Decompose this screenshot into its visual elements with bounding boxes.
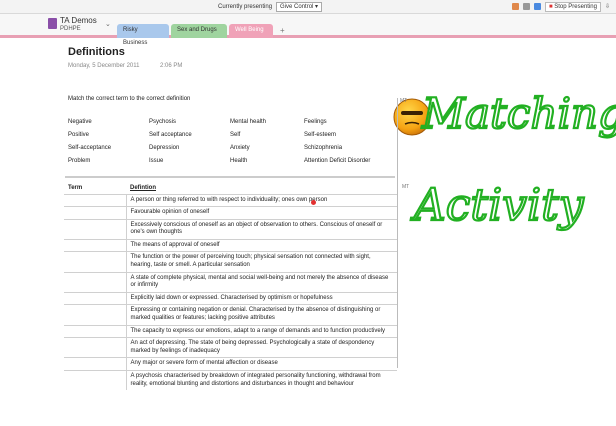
- definitions-table[interactable]: Term Defintion A person or thing referre…: [64, 182, 397, 391]
- presenting-controls: ■ Stop Presenting ⇩: [511, 1, 610, 12]
- table-row[interactable]: The capacity to express our emotions, ad…: [64, 324, 397, 338]
- table-row[interactable]: Explicitly laid down or expressed. Chara…: [64, 291, 397, 305]
- notebook-icon: [48, 18, 57, 29]
- stop-icon: ■: [548, 3, 553, 10]
- table-row[interactable]: An act of depressing. The state of being…: [64, 337, 397, 358]
- give-control-button[interactable]: Give Control ▾: [276, 1, 323, 12]
- table-row[interactable]: The function or the power of perceiving …: [64, 251, 397, 273]
- term-cell[interactable]: [64, 238, 126, 252]
- term-cell[interactable]: [64, 251, 126, 273]
- term-cell[interactable]: [64, 271, 126, 293]
- presenting-status: Currently presenting Give Control ▾: [218, 1, 323, 12]
- definition-cell[interactable]: The capacity to express our emotions, ad…: [125, 324, 397, 338]
- table-row[interactable]: Favourable opinion of oneself: [64, 206, 397, 220]
- term-cell[interactable]: [64, 357, 126, 371]
- term-item[interactable]: Self-esteem: [304, 130, 398, 140]
- add-tab-button[interactable]: +: [274, 24, 291, 38]
- term-cell[interactable]: [64, 206, 126, 220]
- currently-presenting-label: Currently presenting: [218, 3, 273, 10]
- term-cell[interactable]: [64, 324, 126, 338]
- definition-cell[interactable]: Excessively conscious of oneself as an o…: [125, 218, 397, 240]
- terms-list: Negative Psychosis Mental health Feelings Po…: [68, 117, 398, 166]
- term-item[interactable]: Feelings: [304, 117, 398, 127]
- term-item[interactable]: Schizophrenia: [304, 143, 398, 153]
- term-column-header: Term: [68, 184, 83, 191]
- term-item[interactable]: Mental health: [230, 117, 304, 127]
- term-cell[interactable]: [64, 218, 126, 240]
- definition-column-header: Defintion: [130, 184, 156, 191]
- term-cell[interactable]: [64, 193, 126, 207]
- term-cell[interactable]: [64, 337, 126, 358]
- definition-cell[interactable]: A psychosis characterised by breakdown o…: [125, 370, 397, 391]
- pin-icon[interactable]: ⇩: [605, 3, 610, 10]
- definition-cell[interactable]: Favourable opinion of oneself: [125, 206, 397, 220]
- section-group-name[interactable]: PDHPE: [60, 26, 81, 32]
- definition-cell[interactable]: Expressing or containing negation or den…: [125, 304, 397, 326]
- term-item[interactable]: Self: [230, 130, 304, 140]
- table-row[interactable]: A state of complete physical, mental and…: [64, 271, 397, 293]
- term-item[interactable]: Depression: [149, 143, 230, 153]
- definition-cell[interactable]: The means of approval of oneself: [125, 238, 397, 252]
- notebook-header: TA Demos PDHPE ⌄ Risky Business Sex and …: [0, 14, 616, 46]
- ink-word-matching: Matching: [421, 89, 616, 138]
- ink-word-activity: Activity: [410, 180, 585, 231]
- term-cell[interactable]: [64, 304, 126, 326]
- definition-cell[interactable]: An act of depressing. The state of being…: [125, 337, 397, 358]
- share-icon[interactable]: [511, 3, 519, 10]
- page-title[interactable]: Definitions: [68, 46, 125, 58]
- container-divider[interactable]: [65, 176, 395, 178]
- definition-cell[interactable]: Explicitly laid down or expressed. Chara…: [125, 291, 397, 305]
- table-row[interactable]: A person or thing referred to with respe…: [64, 193, 397, 207]
- term-item[interactable]: Attention Deficit Disorder: [304, 156, 398, 166]
- table-row[interactable]: Any major or severe form of mental affec…: [64, 357, 397, 371]
- term-item[interactable]: Self acceptance: [149, 130, 230, 140]
- chat-icon[interactable]: [522, 3, 530, 10]
- term-item[interactable]: Anxiety: [230, 143, 304, 153]
- definition-cell[interactable]: The function or the power of perceiving …: [125, 251, 397, 273]
- tab-risky-business[interactable]: Risky Business: [117, 24, 169, 46]
- definition-cell[interactable]: A person or thing referred to with respe…: [125, 193, 397, 207]
- laser-pointer: [311, 200, 316, 205]
- term-item[interactable]: Health: [230, 156, 304, 166]
- presenting-bar: Currently presenting Give Control ▾ ■ St…: [0, 0, 616, 14]
- container-border: [397, 98, 398, 368]
- term-item[interactable]: Self-acceptance: [68, 143, 149, 153]
- chevron-down-icon[interactable]: ⌄: [105, 20, 111, 28]
- term-item[interactable]: Negative: [68, 117, 149, 127]
- term-cell[interactable]: [64, 370, 126, 391]
- handwritten-ink: Matching Activity: [409, 88, 616, 232]
- table-row[interactable]: The means of approval of oneself: [64, 238, 397, 252]
- definition-cell[interactable]: Any major or severe form of mental affec…: [125, 357, 397, 371]
- instruction-text[interactable]: Match the correct term to the correct de…: [68, 96, 190, 102]
- term-item[interactable]: Problem: [68, 156, 149, 166]
- table-header-row: Term Defintion: [64, 182, 397, 194]
- page-time: 2:06 PM: [160, 63, 183, 69]
- page-date: Monday, 5 December 2011: [68, 63, 140, 69]
- table-row[interactable]: Expressing or containing negation or den…: [64, 304, 397, 326]
- definition-cell[interactable]: A state of complete physical, mental and…: [125, 271, 397, 293]
- term-item[interactable]: Positive: [68, 130, 149, 140]
- notebook-name[interactable]: TA Demos: [60, 16, 97, 25]
- term-item[interactable]: Issue: [149, 156, 230, 166]
- table-row[interactable]: Excessively conscious of oneself as an o…: [64, 218, 397, 240]
- table-row[interactable]: A psychosis characterised by breakdown o…: [64, 370, 397, 391]
- people-icon[interactable]: [533, 3, 541, 10]
- tab-well-being[interactable]: Well Being: [229, 24, 273, 38]
- term-cell[interactable]: [64, 291, 126, 305]
- term-item[interactable]: Psychosis: [149, 117, 230, 127]
- tab-sex-and-drugs[interactable]: Sex and Drugs: [171, 24, 227, 38]
- stop-presenting-button[interactable]: ■ Stop Presenting: [544, 1, 601, 12]
